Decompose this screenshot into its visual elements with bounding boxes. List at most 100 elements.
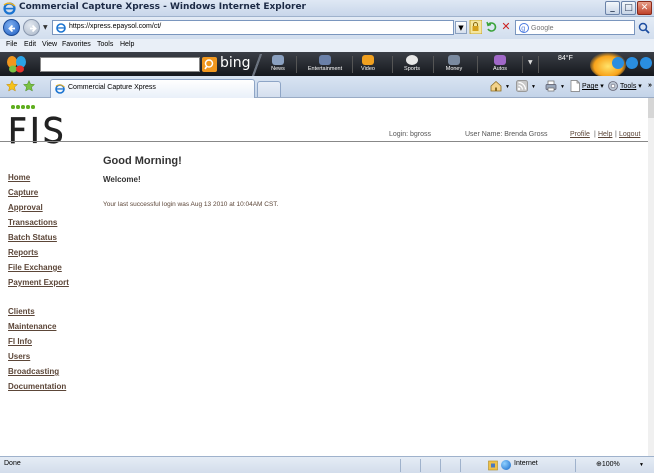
bing-logo[interactable]: bing <box>220 55 251 71</box>
minimize-icon: _ <box>610 3 615 13</box>
nav-users[interactable]: Users <box>8 349 88 364</box>
toolbar-separator <box>296 56 297 73</box>
recent-pages-dropdown-icon[interactable]: ▼ <box>43 24 48 31</box>
vertical-scrollbar[interactable] <box>648 98 654 456</box>
bing-news-label: News <box>271 66 285 72</box>
last-login-message: Your last successful login was Aug 13 20… <box>103 201 279 208</box>
back-arrow-icon <box>8 24 15 33</box>
help-icon[interactable] <box>640 57 652 69</box>
logout-link[interactable]: Logout <box>619 131 640 138</box>
address-input[interactable]: https://xpress.epaysol.com/ct/ <box>52 20 454 35</box>
home-icon[interactable] <box>490 80 502 92</box>
zoom-dropdown-icon[interactable]: ▼ <box>639 462 644 468</box>
zoom-level[interactable]: ⊕100% <box>596 460 620 468</box>
help-link[interactable]: Help <box>598 131 612 138</box>
bing-search-button[interactable] <box>202 57 217 72</box>
scrollbar-thumb[interactable] <box>648 98 654 118</box>
favorites-star-icon[interactable] <box>6 80 18 92</box>
nav-home[interactable]: Home <box>8 170 88 185</box>
menu-help[interactable]: Help <box>120 41 134 48</box>
close-button[interactable]: ✕ <box>637 1 652 15</box>
nav-payment-export[interactable]: Payment Export <box>8 275 88 290</box>
nav-batch-status[interactable]: Batch Status <box>8 230 88 245</box>
bing-news-button[interactable]: News <box>268 55 288 75</box>
bing-video-button[interactable]: Video <box>358 55 378 75</box>
nav-fi-info[interactable]: FI Info <box>8 334 88 349</box>
back-button[interactable] <box>3 19 20 36</box>
refresh-icon[interactable] <box>486 21 498 33</box>
bing-entertainment-button[interactable]: Entertainment <box>303 55 347 75</box>
more-dropdown-icon[interactable]: ▼ <box>528 59 533 66</box>
home-dropdown-icon[interactable]: ▼ <box>505 84 510 90</box>
nav-documentation[interactable]: Documentation <box>8 379 88 394</box>
toolbar-separator <box>352 56 353 73</box>
profile-link[interactable]: Profile <box>570 131 590 138</box>
print-icon[interactable] <box>545 80 557 92</box>
nav-reports[interactable]: Reports <box>8 245 88 260</box>
nav-approval[interactable]: Approval <box>8 200 88 215</box>
forward-button[interactable] <box>23 19 40 36</box>
news-icon <box>272 55 284 65</box>
bing-entertainment-label: Entertainment <box>307 66 343 72</box>
autos-icon <box>494 55 506 65</box>
greeting-heading: Good Morning! <box>103 155 182 167</box>
tools-menu[interactable]: Tools ▾ <box>620 82 642 90</box>
bing-money-label: Money <box>445 66 463 72</box>
fis-logo: FIS <box>8 110 65 145</box>
nav-capture[interactable]: Capture <box>8 185 88 200</box>
nav-broadcasting[interactable]: Broadcasting <box>8 364 88 379</box>
nav-clients[interactable]: Clients <box>8 304 88 319</box>
protected-mode-icon[interactable] <box>488 460 498 471</box>
messenger-icon[interactable] <box>612 57 624 69</box>
tab-commercial-capture-xpress[interactable]: Commercial Capture Xpress <box>50 79 255 98</box>
entertainment-icon <box>319 55 331 65</box>
search-input[interactable] <box>531 22 631 34</box>
menu-favorites[interactable]: Favorites <box>62 41 91 48</box>
ie-logo-icon <box>3 2 16 15</box>
weather-temperature[interactable]: 84°F <box>558 55 573 62</box>
msn-butterfly-icon[interactable] <box>5 55 29 73</box>
bing-search-input[interactable] <box>40 57 200 72</box>
status-text: Done <box>4 460 21 467</box>
tab-bar: Commercial Capture Xpress ▼ ▼ ▼ Page ▾ T… <box>0 76 654 98</box>
mail-icon[interactable] <box>626 57 638 69</box>
tools-gear-icon[interactable] <box>607 80 619 92</box>
print-dropdown-icon[interactable]: ▼ <box>560 84 565 90</box>
minimize-button[interactable]: _ <box>605 1 620 15</box>
nav-file-exchange[interactable]: File Exchange <box>8 260 88 275</box>
bing-video-label: Video <box>361 66 375 72</box>
bing-autos-button[interactable]: Autos <box>490 55 510 75</box>
address-toolbar: ▼ https://xpress.epaysol.com/ct/ ▼ ✕ g <box>0 17 654 39</box>
nav-maintenance[interactable]: Maintenance <box>8 319 88 334</box>
feeds-icon[interactable] <box>516 80 528 92</box>
fis-logo-dots <box>11 105 35 109</box>
bing-autos-label: Autos <box>492 66 508 72</box>
search-box: g <box>515 20 635 35</box>
search-icon[interactable] <box>637 21 652 35</box>
page-icon[interactable] <box>569 80 581 92</box>
page-menu[interactable]: Page ▾ <box>582 82 604 90</box>
address-url-text: https://xpress.epaysol.com/ct/ <box>69 23 162 30</box>
menu-tools[interactable]: Tools <box>97 41 113 48</box>
toolbar-overflow-icon[interactable]: » <box>648 82 652 89</box>
new-tab-button[interactable] <box>257 81 281 97</box>
menu-file[interactable]: File <box>6 41 17 48</box>
menu-view[interactable]: View <box>42 41 57 48</box>
maximize-button[interactable]: □ <box>621 1 636 15</box>
link-separator: | <box>615 131 617 138</box>
security-zone-text[interactable]: Internet <box>514 460 538 467</box>
link-separator: | <box>594 131 596 138</box>
feeds-dropdown-icon[interactable]: ▼ <box>531 84 536 90</box>
lock-icon[interactable] <box>469 20 482 34</box>
address-dropdown-button[interactable]: ▼ <box>455 21 467 34</box>
page-favicon-icon <box>55 84 65 94</box>
bing-money-button[interactable]: Money <box>443 55 465 75</box>
bing-sports-button[interactable]: Sports <box>401 55 423 75</box>
sidebar-nav: Home Capture Approval Transactions Batch… <box>8 170 88 394</box>
login-username: Login: bgross <box>389 131 432 138</box>
nav-transactions[interactable]: Transactions <box>8 215 88 230</box>
add-favorites-icon[interactable] <box>23 80 35 92</box>
status-divider <box>400 459 401 472</box>
stop-icon[interactable]: ✕ <box>500 21 512 33</box>
menu-edit[interactable]: Edit <box>24 41 36 48</box>
